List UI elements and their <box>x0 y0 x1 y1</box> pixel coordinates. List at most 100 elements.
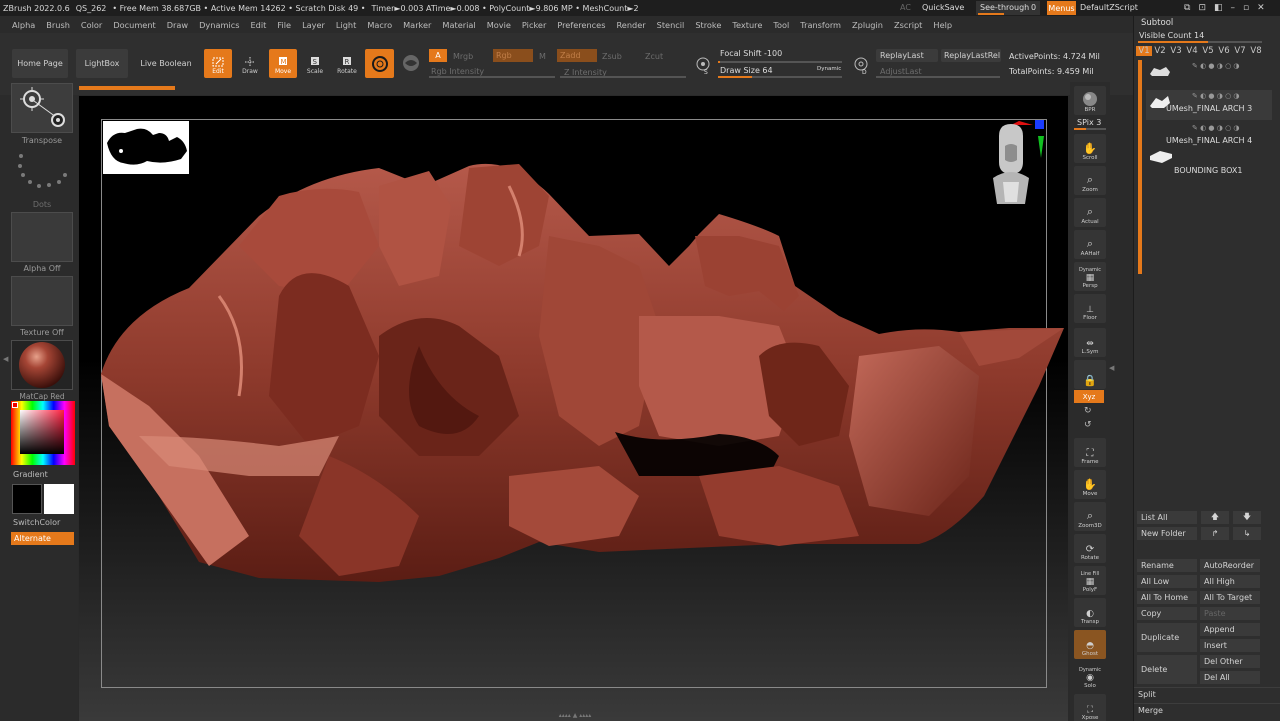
z-intensity-slider[interactable] <box>560 76 686 78</box>
draw-size-slider[interactable] <box>718 76 842 78</box>
rename-button[interactable]: Rename <box>1137 559 1197 572</box>
menu-dynamics[interactable]: Dynamics <box>199 20 239 30</box>
ghost-button[interactable]: ◓ Ghost <box>1074 630 1106 659</box>
rotate-z-icon[interactable]: ↺ <box>1084 420 1092 430</box>
move-view-button[interactable]: ✋ Move <box>1074 470 1106 499</box>
menu-color[interactable]: Color <box>81 20 102 30</box>
copy-button[interactable]: Copy <box>1137 607 1197 620</box>
restore-icon[interactable]: ▫ <box>1243 3 1249 13</box>
stroke-dots-button[interactable] <box>11 148 73 198</box>
move-up-button[interactable]: 🡅 <box>1201 511 1229 524</box>
home-page-button[interactable]: Home Page <box>12 49 68 78</box>
layout-icon[interactable]: ⧉ <box>1184 3 1190 13</box>
replay-last-button[interactable]: ReplayLast <box>876 49 938 62</box>
zoom-button[interactable]: ⌕ Zoom <box>1074 166 1106 195</box>
menu-brush[interactable]: Brush <box>46 20 70 30</box>
right-collapse-arrow[interactable]: ◀ <box>1109 364 1114 372</box>
left-collapse-arrow[interactable]: ◀ <box>3 355 8 363</box>
rgb-intensity-slider[interactable] <box>429 76 555 78</box>
floor-button[interactable]: ⊥ Floor <box>1074 294 1106 323</box>
menu-texture[interactable]: Texture <box>732 20 762 30</box>
alpha-picker[interactable] <box>11 212 73 262</box>
insert-button[interactable]: Insert <box>1200 639 1260 652</box>
material-picker[interactable] <box>11 340 73 390</box>
all-to-target-button[interactable]: All To Target <box>1200 591 1260 604</box>
move-button[interactable]: M Move <box>269 49 297 78</box>
a-button[interactable]: A <box>429 49 447 62</box>
secondary-color-swatch[interactable] <box>12 484 42 514</box>
append-button[interactable]: Append <box>1200 623 1260 636</box>
rotate-y-icon[interactable]: ↻ <box>1084 406 1092 416</box>
del-other-button[interactable]: Del Other <box>1200 655 1260 668</box>
menu-draw[interactable]: Draw <box>167 20 188 30</box>
xpose-button[interactable]: ⛶ Xpose <box>1074 694 1106 721</box>
menu-material[interactable]: Material <box>442 20 475 30</box>
menu-preferences[interactable]: Preferences <box>557 20 605 30</box>
menu-zplugin[interactable]: Zplugin <box>852 20 883 30</box>
lock-button[interactable]: 🔒 <box>1074 360 1106 389</box>
bottom-tray-handle[interactable]: ▴▴▴▴ ▲ ▴▴▴▴ <box>532 712 618 719</box>
menu-macro[interactable]: Macro <box>367 20 392 30</box>
live-boolean-button[interactable]: Live Boolean <box>136 49 196 78</box>
menu-document[interactable]: Document <box>113 20 155 30</box>
menu-movie[interactable]: Movie <box>487 20 511 30</box>
spix-slider[interactable] <box>1074 128 1106 130</box>
menu-tool[interactable]: Tool <box>773 20 789 30</box>
tab-v3[interactable]: V3 <box>1168 46 1184 56</box>
subtool-title[interactable]: Subtool <box>1141 18 1173 28</box>
menu-transform[interactable]: Transform <box>800 20 841 30</box>
alternate-button[interactable]: Alternate <box>11 532 74 545</box>
primary-color-swatch[interactable] <box>44 484 74 514</box>
all-high-button[interactable]: All High <box>1200 575 1260 588</box>
focal-shift-button[interactable]: S <box>692 54 714 76</box>
duplicate-button[interactable]: Duplicate <box>1137 623 1197 652</box>
draw-button[interactable]: Draw <box>236 49 264 78</box>
zsub-button[interactable]: Zsub <box>602 52 622 61</box>
menu-stroke[interactable]: Stroke <box>695 20 721 30</box>
move-down-button[interactable]: 🡇 <box>1233 511 1261 524</box>
menus-button[interactable]: Menus <box>1047 1 1076 15</box>
zadd-button[interactable]: Zadd <box>557 49 597 62</box>
subtool-item-final-arch-3[interactable]: UMesh_FINAL ARCH 3 ✎ ◐ ● ◑ ○ ◑ <box>1146 90 1272 120</box>
edit-button[interactable]: Edit <box>204 49 232 78</box>
menu-edit[interactable]: Edit <box>251 20 267 30</box>
menu-marker[interactable]: Marker <box>403 20 431 30</box>
sculptris-button[interactable] <box>400 52 422 74</box>
del-all-button[interactable]: Del All <box>1200 671 1260 684</box>
rotate-view-button[interactable]: ⟳ Rotate <box>1074 534 1106 563</box>
xyz-button[interactable]: Xyz <box>1074 390 1104 403</box>
tab-v6[interactable]: V6 <box>1216 46 1232 56</box>
tab-v1[interactable]: V1 <box>1136 46 1152 56</box>
new-folder-button[interactable]: New Folder <box>1137 527 1197 540</box>
subtool-item[interactable]: ✎ ◐ ● ◑ ○ ◑ <box>1146 60 1272 86</box>
subtool-item-visibility-icons[interactable]: ✎ ◐ ● ◑ ○ ◑ <box>1192 92 1240 100</box>
tab-v4[interactable]: V4 <box>1184 46 1200 56</box>
default-zscript-button[interactable]: DefaultZScript <box>1080 3 1138 12</box>
rotate-button[interactable]: R Rotate <box>333 49 361 78</box>
transp-button[interactable]: ◐ Transp <box>1074 598 1106 627</box>
all-to-home-button[interactable]: All To Home <box>1137 591 1197 604</box>
help-icon[interactable]: ⊡ <box>1198 3 1206 13</box>
visible-count-slider[interactable] <box>1138 41 1262 43</box>
zcut-button[interactable]: Zcut <box>645 52 663 61</box>
menu-light[interactable]: Light <box>336 20 356 30</box>
menu-zscript[interactable]: Zscript <box>894 20 922 30</box>
replay-last-rel-button[interactable]: ReplayLastRel <box>941 49 1001 62</box>
zoom3d-button[interactable]: ⌕ Zoom3D <box>1074 502 1106 531</box>
transpose-button[interactable] <box>11 83 73 133</box>
sculpt-mesh[interactable] <box>79 96 1068 721</box>
delete-button[interactable]: Delete <box>1137 655 1197 684</box>
folder-return-button[interactable]: ↳ <box>1233 527 1261 540</box>
tab-v7[interactable]: V7 <box>1232 46 1248 56</box>
scale-button[interactable]: S Scale <box>301 49 329 78</box>
paste-button[interactable]: Paste <box>1200 607 1260 620</box>
autoreorder-button[interactable]: AutoReorder <box>1200 559 1260 572</box>
texture-picker[interactable] <box>11 276 73 326</box>
aahalf-button[interactable]: ⌕ AAHalf <box>1074 230 1106 259</box>
menu-picker[interactable]: Picker <box>522 20 546 30</box>
switch-color-button[interactable]: SwitchColor <box>13 518 60 527</box>
rgb-button[interactable]: Rgb <box>493 49 533 62</box>
solo-button[interactable]: Dynamic ◉ Solo <box>1074 662 1106 691</box>
list-all-button[interactable]: List All <box>1137 511 1197 524</box>
menu-alpha[interactable]: Alpha <box>12 20 35 30</box>
